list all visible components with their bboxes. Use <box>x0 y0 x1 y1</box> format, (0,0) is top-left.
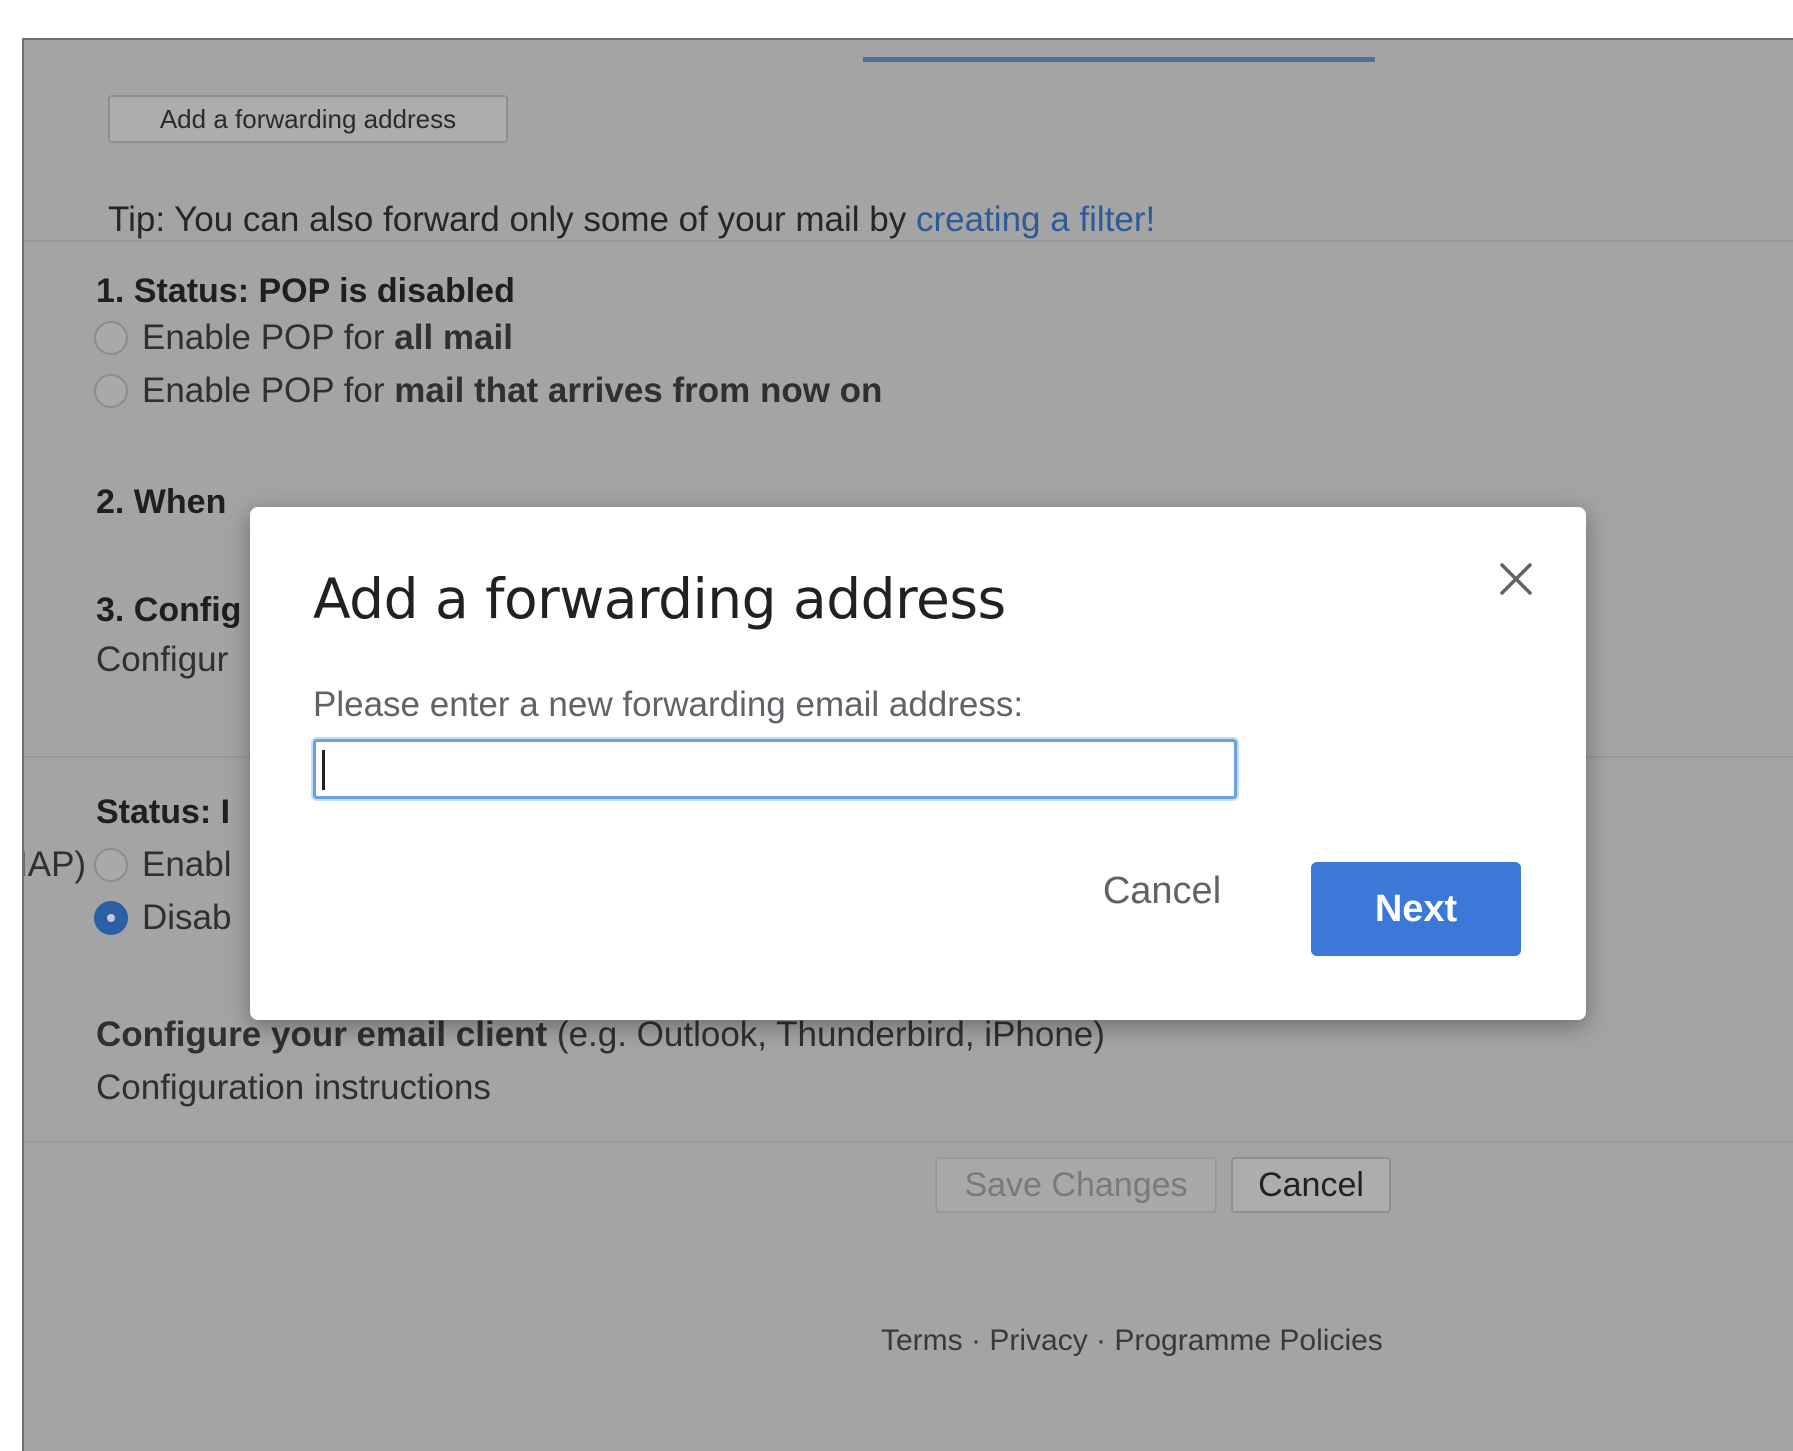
pop-all-mail-radio[interactable] <box>94 321 128 355</box>
forwarding-email-input[interactable] <box>313 739 1237 799</box>
text-cursor <box>322 750 325 790</box>
pop-from-now-radio[interactable] <box>94 374 128 408</box>
create-filter-link[interactable]: creating a filter! <box>916 200 1155 239</box>
footer-separator: · <box>962 1324 990 1357</box>
pop-all-mail-prefix: Enable POP for <box>142 318 395 357</box>
programme-policies-link[interactable]: Programme Policies <box>1114 1324 1382 1357</box>
forwarding-tip: Tip: You can also forward only some of y… <box>108 200 1155 240</box>
dialog-title: Add a forwarding address <box>313 567 1006 631</box>
section-divider <box>24 1141 1793 1143</box>
settings-cancel-button[interactable]: Cancel <box>1231 1157 1391 1213</box>
close-icon[interactable] <box>1490 553 1542 605</box>
pop-step2-heading: 2. When <box>96 483 227 521</box>
imap-status-heading: Status: I <box>96 793 231 831</box>
imap-section-label: IAP) <box>22 845 87 884</box>
configure-client-text: Configure your email client (e.g. Outloo… <box>96 1015 1105 1055</box>
imap-disable-radio[interactable] <box>94 901 128 935</box>
imap-disable-label: Disab <box>142 898 232 937</box>
imap-enable-label: Enabl <box>142 845 232 884</box>
pop-all-mail-label: Enable POP for all mail <box>142 318 513 358</box>
pop-from-now-bold: mail that arrives from now on <box>394 371 883 410</box>
active-tab-indicator <box>863 57 1375 62</box>
configure-client-bold: Configure your email client <box>96 1015 548 1054</box>
pop-from-now-prefix: Enable POP for <box>142 371 395 410</box>
footer-links: Terms · Privacy · Programme Policies <box>881 1324 1383 1358</box>
section-divider <box>24 240 1793 242</box>
footer-separator: · <box>1087 1324 1115 1357</box>
pop-status-heading: 1. Status: POP is disabled <box>96 272 515 310</box>
save-changes-button[interactable]: Save Changes <box>935 1157 1217 1213</box>
imap-enable-radio[interactable] <box>94 848 128 882</box>
pop-from-now-label: Enable POP for mail that arrives from no… <box>142 371 882 411</box>
pop-config-link[interactable]: Configur <box>96 640 228 680</box>
pop-all-mail-bold: all mail <box>394 318 513 357</box>
dialog-next-button[interactable]: Next <box>1311 862 1521 956</box>
add-forwarding-dialog: Add a forwarding address Please enter a … <box>250 507 1586 1020</box>
forwarding-email-label: Please enter a new forwarding email addr… <box>313 685 1024 724</box>
add-forwarding-address-button[interactable]: Add a forwarding address <box>108 95 508 143</box>
configure-client-examples: (e.g. Outlook, Thunderbird, iPhone) <box>547 1015 1105 1054</box>
privacy-link[interactable]: Privacy <box>989 1324 1087 1357</box>
tip-text: Tip: You can also forward only some of y… <box>108 200 916 239</box>
configuration-instructions-link[interactable]: Configuration instructions <box>96 1068 491 1108</box>
terms-link[interactable]: Terms <box>881 1324 963 1357</box>
dialog-cancel-button[interactable]: Cancel <box>1088 861 1236 921</box>
pop-step3-heading: 3. Config <box>96 591 242 629</box>
